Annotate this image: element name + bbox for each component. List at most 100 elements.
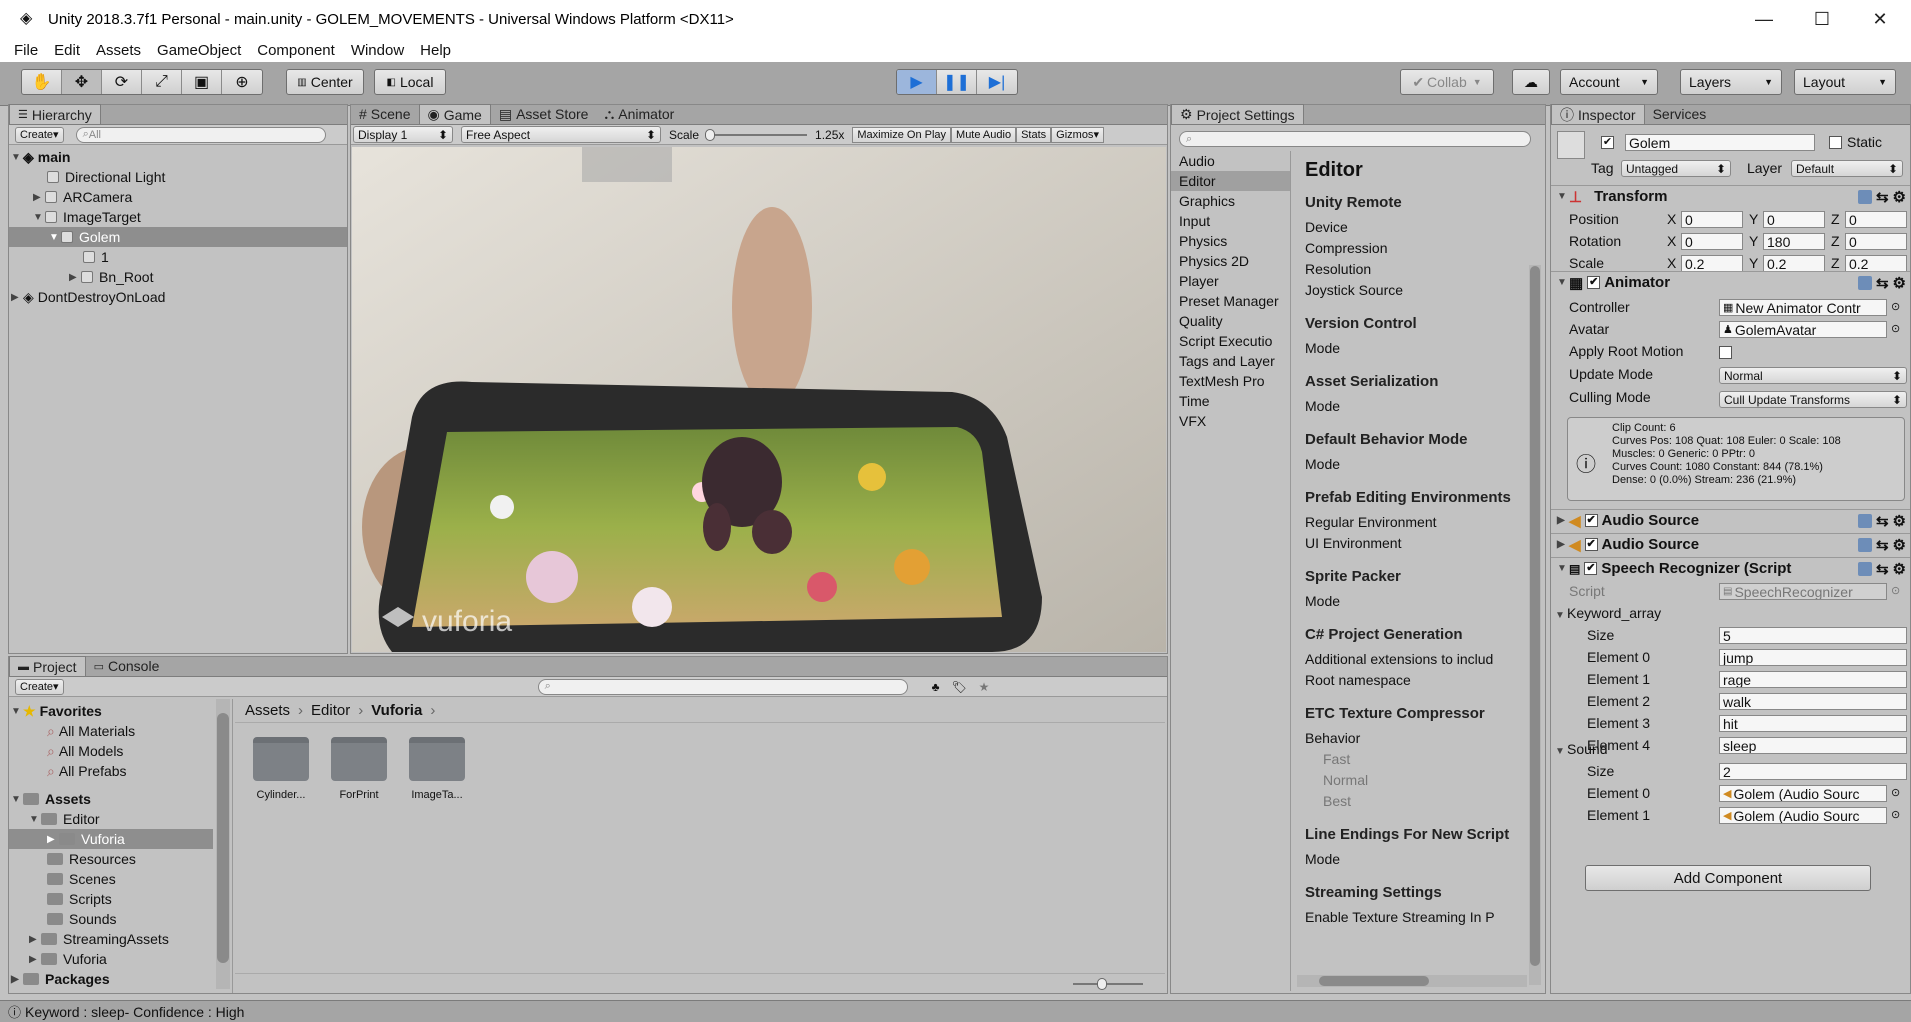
settings-category-item[interactable]: Preset Manager: [1171, 291, 1290, 311]
keyword-array-foldout[interactable]: ▼ Keyword_array: [1555, 605, 1661, 621]
tab-console[interactable]: ▭ Console: [86, 656, 168, 676]
sound-foldout[interactable]: ▼ Sound: [1555, 741, 1607, 757]
settings-scrollbar[interactable]: [1529, 265, 1541, 985]
controller-field[interactable]: ▦ New Animator Contr: [1719, 299, 1887, 316]
menu-edit[interactable]: Edit: [46, 42, 88, 59]
game-viewport[interactable]: vuforia: [352, 147, 1166, 652]
object-name-field[interactable]: Golem: [1625, 134, 1815, 151]
list-item[interactable]: Resources: [47, 849, 136, 869]
settings-category-item[interactable]: Graphics: [1171, 191, 1290, 211]
transform-x-field[interactable]: 0: [1681, 211, 1743, 228]
avatar-field[interactable]: ♟ GolemAvatar: [1719, 321, 1887, 338]
tab-scene[interactable]: # Scene: [351, 104, 419, 124]
breadcrumb-assets[interactable]: Assets: [245, 702, 290, 719]
list-item[interactable]: Directional Light: [47, 167, 165, 187]
array-size-field[interactable]: 5: [1719, 627, 1907, 644]
object-picker-icon[interactable]: ⊙: [1891, 300, 1900, 313]
hierarchy-search-input[interactable]: ⌕ All: [75, 126, 326, 143]
list-item[interactable]: Scripts: [47, 889, 112, 909]
layer-dropdown[interactable]: Default ⬍: [1791, 160, 1903, 177]
minimize-button[interactable]: —: [1735, 0, 1793, 38]
tab-asset-store[interactable]: ▤ Asset Store: [491, 104, 597, 124]
packages-foldout[interactable]: ▶ Packages: [11, 969, 110, 989]
aspect-dropdown[interactable]: Free Aspect ⬍: [461, 126, 661, 143]
cloud-button[interactable]: ☁: [1512, 69, 1550, 95]
layout-dropdown[interactable]: Layout ▼: [1794, 69, 1896, 95]
menu-gameobject[interactable]: GameObject: [149, 42, 249, 59]
array-element-field[interactable]: jump: [1719, 649, 1907, 666]
step-button-icon[interactable]: ▶|: [977, 70, 1017, 94]
filter-type-icon[interactable]: ♣: [932, 680, 940, 694]
settings-hscrollbar[interactable]: [1297, 975, 1527, 987]
maximize-button[interactable]: ☐: [1793, 0, 1851, 38]
menu-file[interactable]: File: [0, 42, 46, 59]
slider-thumb[interactable]: [1097, 978, 1107, 990]
list-item[interactable]: Scenes: [47, 869, 116, 889]
star-icon[interactable]: ★: [979, 680, 990, 694]
tab-project[interactable]: ▬ Project: [9, 656, 86, 676]
list-item[interactable]: ▼ Editor: [29, 809, 100, 829]
asset-folder[interactable]: Cylinder...: [253, 737, 309, 801]
settings-category-item[interactable]: Player: [1171, 271, 1290, 291]
array-element-field[interactable]: sleep: [1719, 737, 1907, 754]
array-size-field[interactable]: 2: [1719, 763, 1907, 780]
transform-header[interactable]: ▼ ⊥ Transform ⇆ ⚙: [1551, 185, 1910, 207]
speech-enabled-checkbox[interactable]: ✔: [1584, 562, 1598, 575]
preset-icon[interactable]: ⇆: [1876, 274, 1889, 292]
settings-category-item[interactable]: Audio: [1171, 151, 1290, 171]
array-element-field[interactable]: ◀ Golem (Audio Sourc: [1719, 785, 1887, 802]
icon-size-slider[interactable]: [1073, 978, 1143, 990]
audio-source-header[interactable]: ▶ ◀ ✔ Audio Source ⇆ ⚙: [1551, 509, 1910, 531]
tab-animator[interactable]: ⛬ Animator: [596, 104, 682, 124]
list-item[interactable]: ⌕ All Prefabs: [47, 761, 127, 781]
add-component-button[interactable]: Add Component: [1585, 865, 1871, 891]
asset-folder[interactable]: ForPrint: [331, 737, 387, 801]
scale-slider[interactable]: [705, 128, 808, 141]
speech-recognizer-header[interactable]: ▼ ▤ ✔ Speech Recognizer (Script ⇆ ⚙: [1551, 557, 1910, 579]
transform-z-field[interactable]: 0.2: [1845, 255, 1907, 272]
tab-project-settings[interactable]: ⚙ Project Settings: [1171, 104, 1304, 124]
help-icon[interactable]: [1857, 513, 1872, 528]
hscroll-thumb[interactable]: [1319, 976, 1429, 986]
help-icon[interactable]: [1857, 561, 1872, 576]
mute-audio-toggle[interactable]: Mute Audio: [951, 126, 1017, 143]
menu-window[interactable]: Window: [343, 42, 412, 59]
project-search-input[interactable]: ⌕: [537, 678, 908, 695]
help-icon[interactable]: [1857, 537, 1872, 552]
audio-enabled-checkbox[interactable]: ✔: [1584, 538, 1598, 551]
breadcrumb-vuforia[interactable]: Vuforia: [371, 702, 422, 719]
menu-component[interactable]: Component: [249, 42, 343, 59]
transform-y-field[interactable]: 0: [1763, 211, 1825, 228]
list-item[interactable]: ▶ ◈ DontDestroyOnLoad: [11, 287, 165, 307]
transform-x-field[interactable]: 0: [1681, 233, 1743, 250]
filter-label-icon[interactable]: 🏷: [951, 680, 966, 694]
animator-header[interactable]: ▼ ▦ ✔ Animator ⇆ ⚙: [1551, 271, 1910, 293]
update-mode-dropdown[interactable]: Normal ⬍: [1719, 367, 1907, 384]
list-item-selected[interactable]: ▼ Golem: [9, 227, 347, 247]
account-dropdown[interactable]: Account ▼: [1560, 69, 1658, 95]
preset-icon[interactable]: ⇆: [1876, 560, 1889, 578]
move-tool-icon[interactable]: ✥: [62, 70, 102, 94]
breadcrumb-editor[interactable]: Editor: [311, 702, 350, 719]
array-element-field[interactable]: walk: [1719, 693, 1907, 710]
slider-thumb[interactable]: [705, 128, 716, 141]
settings-gear-icon[interactable]: ⚙: [1893, 188, 1906, 206]
rect-tool-icon[interactable]: ▣: [182, 70, 222, 94]
tab-services[interactable]: Services: [1645, 104, 1715, 124]
settings-category-item[interactable]: Physics 2D: [1171, 251, 1290, 271]
list-item[interactable]: ▶ Bn_Root: [69, 267, 153, 287]
preset-icon[interactable]: ⇆: [1876, 188, 1889, 206]
settings-gear-icon[interactable]: ⚙: [1893, 560, 1906, 578]
list-item[interactable]: ▶ StreamingAssets: [29, 929, 169, 949]
settings-search-input[interactable]: ⌕: [1179, 131, 1531, 147]
layers-dropdown[interactable]: Layers ▼: [1680, 69, 1782, 95]
list-item[interactable]: ⌕ All Materials: [47, 721, 135, 741]
array-element-field[interactable]: rage: [1719, 671, 1907, 688]
display-dropdown[interactable]: Display 1 ⬍: [353, 126, 453, 143]
tag-dropdown[interactable]: Untagged ⬍: [1621, 160, 1731, 177]
pause-button-icon[interactable]: ❚❚: [937, 70, 977, 94]
preset-icon[interactable]: ⇆: [1876, 512, 1889, 530]
preset-icon[interactable]: ⇆: [1876, 536, 1889, 554]
tree-scrollbar[interactable]: [216, 699, 230, 989]
list-item[interactable]: Sounds: [47, 909, 116, 929]
